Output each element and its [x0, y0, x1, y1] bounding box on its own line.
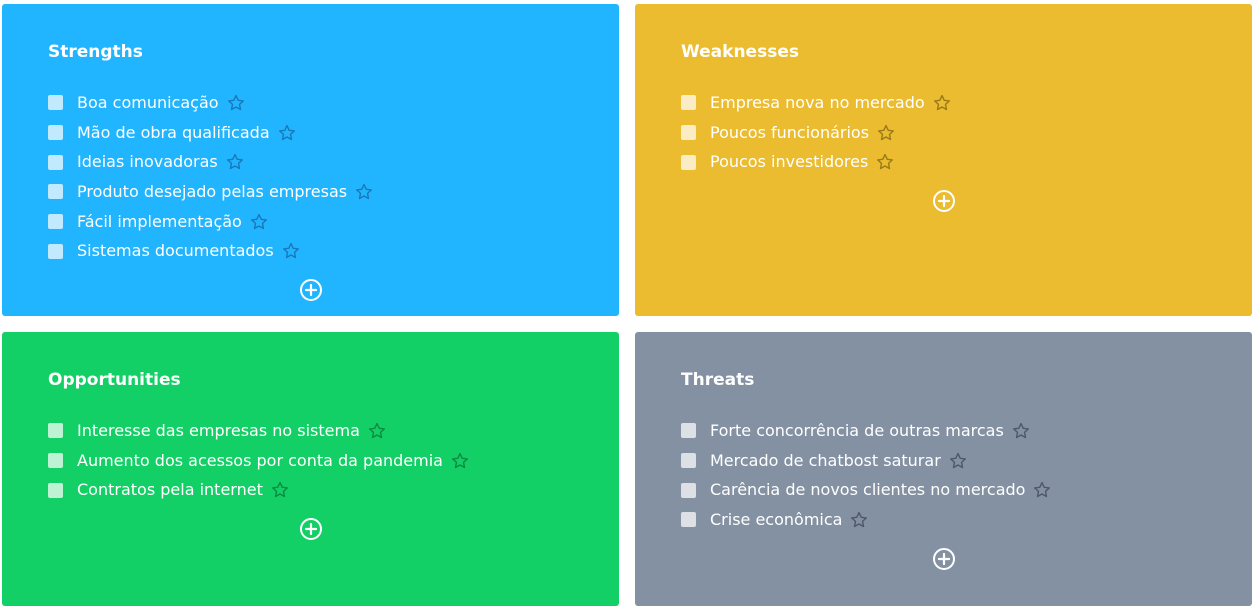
item-label: Produto desejado pelas empresas: [77, 181, 348, 201]
item-checkbox[interactable]: [681, 95, 696, 111]
card-title: Strengths: [48, 42, 143, 62]
item-checkbox[interactable]: [681, 482, 696, 498]
plus-circle-icon: [299, 518, 322, 541]
add-item-button[interactable]: [932, 547, 956, 571]
list-item: Sistemas documentados: [48, 236, 573, 266]
item-checkbox[interactable]: [48, 154, 63, 170]
list-item: Crise econômica: [681, 505, 1206, 535]
item-checkbox[interactable]: [681, 512, 696, 528]
item-label: Mercado de chatbost saturar: [710, 450, 941, 470]
star-icon[interactable]: [876, 153, 894, 171]
card-title: Opportunities: [48, 370, 181, 390]
item-label: Fácil implementação: [77, 211, 242, 231]
star-icon[interactable]: [949, 452, 967, 470]
list-item: Boa comunicação: [48, 88, 573, 118]
item-label: Forte concorrência de outras marcas: [710, 420, 1004, 440]
item-list: Empresa nova no mercado Poucos funcionári…: [681, 88, 1206, 177]
item-checkbox[interactable]: [48, 125, 63, 141]
card-title: Weaknesses: [681, 42, 799, 62]
star-icon[interactable]: [278, 124, 296, 142]
item-list: Boa comunicação Mão de obra qualificada Id…: [48, 88, 573, 266]
item-list: Interesse das empresas no sistema Aumento…: [48, 416, 573, 505]
card-title: Threats: [681, 370, 755, 390]
item-checkbox[interactable]: [48, 482, 63, 498]
item-checkbox[interactable]: [681, 154, 696, 170]
item-label: Empresa nova no mercado: [710, 92, 925, 112]
list-item: Empresa nova no mercado: [681, 88, 1206, 118]
item-label: Poucos investidores: [710, 152, 869, 172]
threats-card: Threats Forte concorrência de outras mar…: [635, 332, 1252, 606]
list-item: Contratos pela internet: [48, 475, 573, 505]
star-icon[interactable]: [1012, 422, 1030, 440]
list-item: Interesse das empresas no sistema: [48, 416, 573, 446]
item-label: Sistemas documentados: [77, 241, 274, 261]
list-item: Carência de novos clientes no mercado: [681, 475, 1206, 505]
star-icon[interactable]: [1033, 481, 1051, 499]
item-label: Aumento dos acessos por conta da pandemi…: [77, 450, 443, 470]
add-item-button[interactable]: [299, 278, 323, 302]
item-label: Boa comunicação: [77, 92, 219, 112]
list-item: Ideias inovadoras: [48, 147, 573, 177]
star-icon[interactable]: [250, 213, 268, 231]
list-item: Aumento dos acessos por conta da pandemi…: [48, 446, 573, 476]
star-icon[interactable]: [451, 452, 469, 470]
item-label: Poucos funcionários: [710, 122, 870, 142]
item-label: Interesse das empresas no sistema: [77, 420, 360, 440]
item-checkbox[interactable]: [48, 214, 63, 230]
item-label: Mão de obra qualificada: [77, 122, 270, 142]
list-item: Produto desejado pelas empresas: [48, 177, 573, 207]
add-item-button[interactable]: [932, 189, 956, 213]
list-item: Mercado de chatbost saturar: [681, 446, 1206, 476]
star-icon[interactable]: [282, 242, 300, 260]
star-icon[interactable]: [933, 94, 951, 112]
star-icon[interactable]: [355, 183, 373, 201]
star-icon[interactable]: [368, 422, 386, 440]
strengths-card: Strengths Boa comunicação Mão de obra qua…: [2, 4, 619, 316]
item-label: Ideias inovadoras: [77, 152, 218, 172]
item-label: Contratos pela internet: [77, 480, 263, 500]
list-item: Poucos investidores: [681, 147, 1206, 177]
item-checkbox[interactable]: [48, 243, 63, 259]
plus-circle-icon: [932, 547, 955, 570]
plus-circle-icon: [299, 279, 322, 302]
item-checkbox[interactable]: [48, 95, 63, 111]
list-item: Poucos funcionários: [681, 118, 1206, 148]
item-checkbox[interactable]: [48, 423, 63, 439]
item-checkbox[interactable]: [681, 125, 696, 141]
item-checkbox[interactable]: [681, 423, 696, 439]
plus-circle-icon: [932, 190, 955, 213]
star-icon[interactable]: [227, 94, 245, 112]
list-item: Fácil implementação: [48, 207, 573, 237]
star-icon[interactable]: [271, 481, 289, 499]
star-icon[interactable]: [226, 153, 244, 171]
list-item: Forte concorrência de outras marcas: [681, 416, 1206, 446]
item-checkbox[interactable]: [48, 184, 63, 200]
item-label: Carência de novos clientes no mercado: [710, 480, 1026, 500]
opportunities-card: Opportunities Interesse das empresas no …: [2, 332, 619, 606]
weaknesses-card: Weaknesses Empresa nova no mercado Poucos…: [635, 4, 1252, 316]
item-checkbox[interactable]: [48, 453, 63, 469]
add-item-button[interactable]: [299, 517, 323, 541]
item-list: Forte concorrência de outras marcas Merca…: [681, 416, 1206, 535]
star-icon[interactable]: [877, 124, 895, 142]
list-item: Mão de obra qualificada: [48, 118, 573, 148]
star-icon[interactable]: [850, 511, 868, 529]
item-label: Crise econômica: [710, 509, 843, 529]
item-checkbox[interactable]: [681, 453, 696, 469]
